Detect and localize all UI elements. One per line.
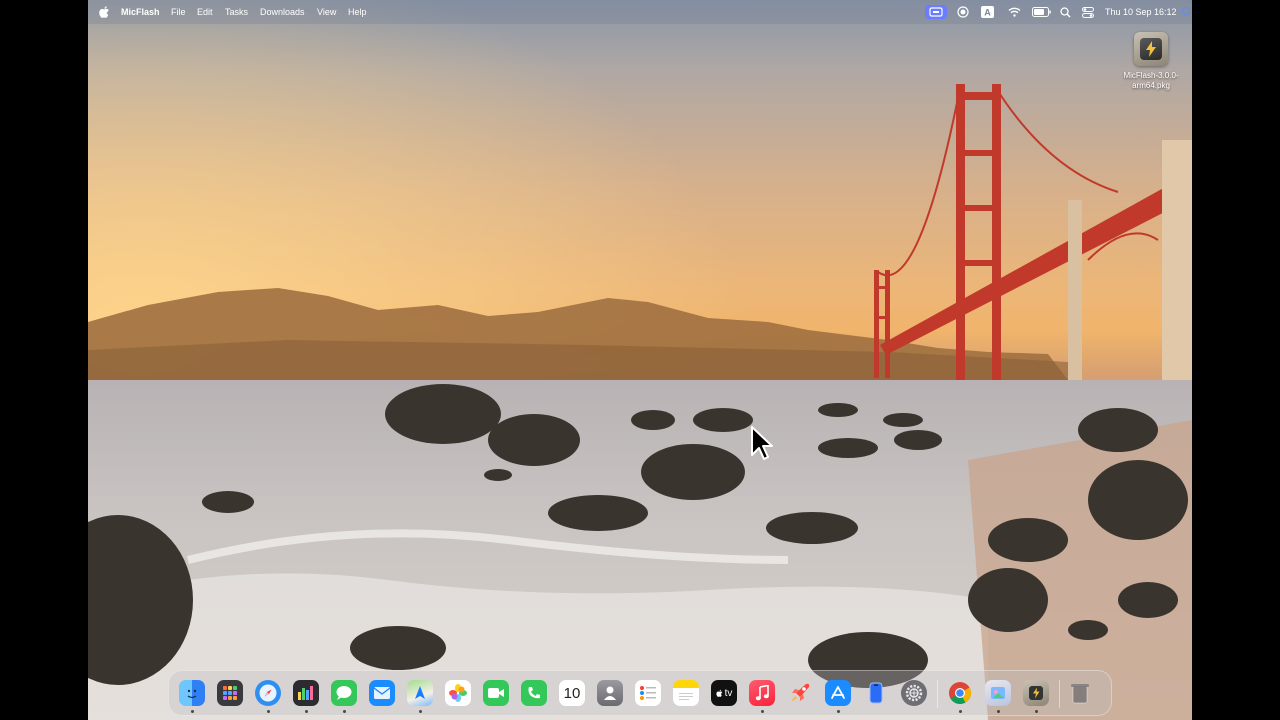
running-indicator — [343, 710, 346, 713]
mouse-cursor-icon — [751, 426, 773, 460]
running-indicator — [267, 710, 270, 713]
micflash-status-icon[interactable] — [925, 5, 947, 19]
calendar-icon[interactable]: 10 — [559, 680, 585, 706]
menu-bar: MicFlash File Edit Tasks Downloads View … — [88, 0, 1192, 24]
facetime-icon[interactable] — [483, 680, 509, 706]
menu-bar-clock[interactable]: Thu 10 Sep 16:12 — [1105, 7, 1177, 17]
mail-icon[interactable] — [369, 680, 395, 706]
maps-icon[interactable] — [407, 680, 433, 706]
tv-label: tv — [724, 687, 733, 699]
trash-icon[interactable] — [1067, 680, 1093, 706]
battery-icon[interactable] — [1031, 5, 1051, 19]
dock-separator — [1059, 680, 1060, 708]
svg-text:A: A — [984, 8, 991, 18]
apple-menu-icon[interactable] — [98, 5, 110, 19]
running-indicator — [761, 710, 764, 713]
iphone-mirroring-icon[interactable] — [863, 680, 889, 706]
photos-icon[interactable] — [445, 680, 471, 706]
menu-file[interactable]: File — [171, 7, 186, 17]
chrome-icon[interactable] — [947, 680, 973, 706]
running-indicator — [419, 710, 422, 713]
wallpaper — [88, 0, 1192, 720]
rocketsim-icon[interactable] — [787, 680, 813, 706]
grapher-icon[interactable] — [293, 680, 319, 706]
running-indicator — [959, 710, 962, 713]
running-indicator — [305, 710, 308, 713]
contacts-icon[interactable] — [597, 680, 623, 706]
micflash-icon[interactable] — [1023, 680, 1049, 706]
safari-icon[interactable] — [255, 680, 281, 706]
launchpad-icon[interactable] — [217, 680, 243, 706]
menu-view[interactable]: View — [317, 7, 336, 17]
package-icon — [1134, 32, 1168, 66]
notification-indicator-icon — [1182, 7, 1190, 15]
keyboard-input-a-icon[interactable]: A — [980, 5, 994, 19]
tv-icon[interactable]: tv — [711, 680, 737, 706]
menu-help[interactable]: Help — [348, 7, 367, 17]
running-indicator — [191, 710, 194, 713]
desktop-file-label: MicFlash-3.0.0-arm64.pkg — [1123, 71, 1179, 90]
desktop-file-micflash-pkg[interactable]: MicFlash-3.0.0-arm64.pkg — [1114, 32, 1188, 91]
app-store-icon[interactable] — [825, 680, 851, 706]
wifi-icon[interactable] — [1007, 5, 1021, 19]
finder-icon[interactable] — [179, 680, 205, 706]
menu-edit[interactable]: Edit — [197, 7, 213, 17]
screen-record-icon[interactable] — [956, 5, 970, 19]
control-center-icon[interactable] — [1081, 5, 1095, 19]
dock-separator — [937, 680, 938, 708]
calendar-date: 10 — [563, 684, 581, 702]
dock: 10 tv — [168, 670, 1112, 716]
menu-downloads[interactable]: Downloads — [260, 7, 305, 17]
system-settings-icon[interactable] — [901, 680, 927, 706]
menu-tasks[interactable]: Tasks — [225, 7, 248, 17]
running-indicator — [837, 710, 840, 713]
spotlight-search-icon[interactable] — [1058, 5, 1072, 19]
running-indicator — [997, 710, 1000, 713]
app-menu-micflash[interactable]: MicFlash — [121, 7, 160, 17]
messages-icon[interactable] — [331, 680, 357, 706]
phone-icon[interactable] — [521, 680, 547, 706]
music-icon[interactable] — [749, 680, 775, 706]
preview-icon[interactable] — [985, 680, 1011, 706]
reminders-icon[interactable] — [635, 680, 661, 706]
running-indicator — [1035, 710, 1038, 713]
notes-icon[interactable] — [673, 680, 699, 706]
desktop: MicFlash File Edit Tasks Downloads View … — [88, 0, 1192, 720]
